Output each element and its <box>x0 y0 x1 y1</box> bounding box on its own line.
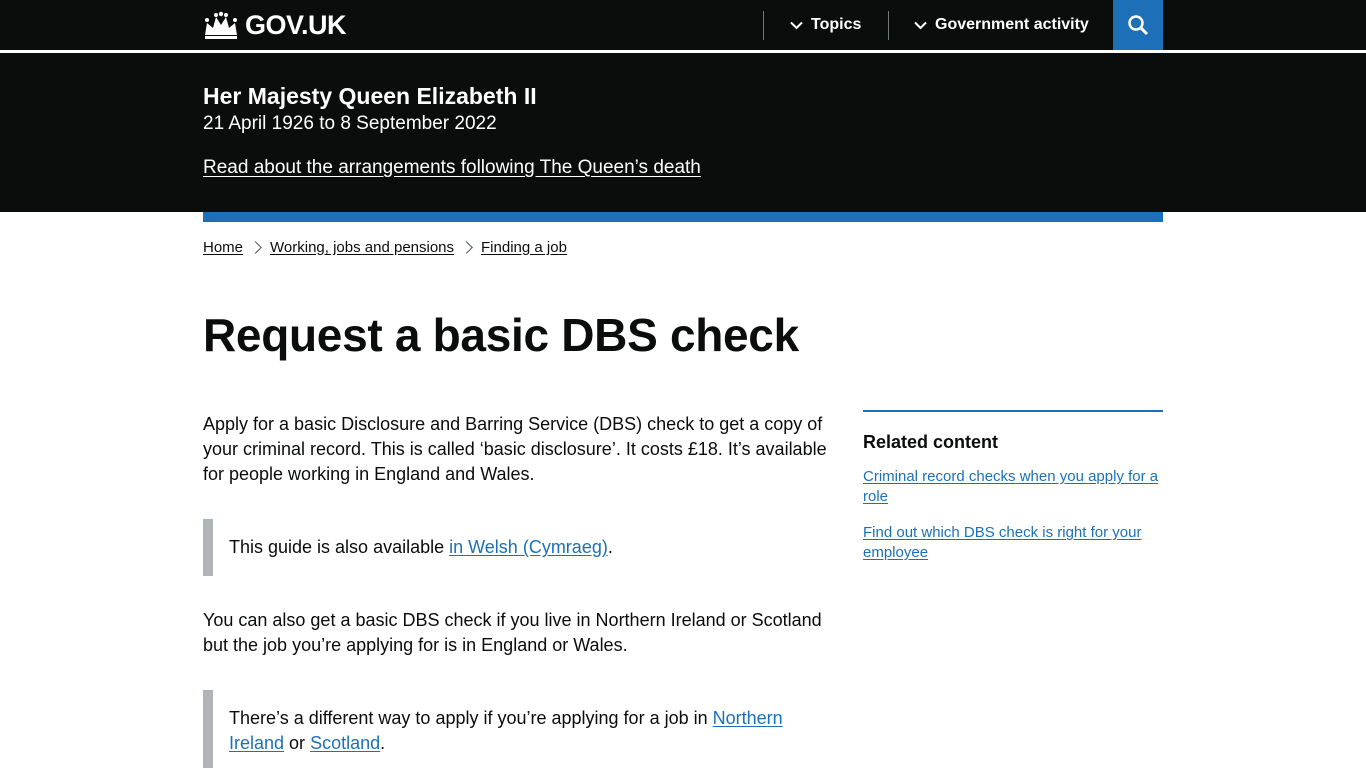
nav-topics[interactable]: Topics <box>789 0 861 50</box>
welsh-inset: This guide is also available in Welsh (C… <box>203 519 833 576</box>
banner-link[interactable]: Read about the arrangements following Th… <box>203 157 701 179</box>
banner-title: Her Majesty Queen Elizabeth II <box>203 83 537 109</box>
breadcrumb-home[interactable]: Home <box>203 239 243 256</box>
related-link-criminal-record-checks[interactable]: Criminal record checks when you apply fo… <box>863 467 1163 507</box>
nav-government-activity[interactable]: Government activity <box>913 0 1089 50</box>
welsh-link[interactable]: in Welsh (Cymraeg) <box>449 537 608 557</box>
inset-text-end: . <box>607 537 613 557</box>
content-top-bar <box>203 212 1163 222</box>
breadcrumb-finding-a-job[interactable]: Finding a job <box>481 239 567 256</box>
inset-text: There’s a different way to apply if you’… <box>229 708 713 728</box>
search-icon <box>1128 15 1149 36</box>
chevron-down-icon <box>790 21 803 29</box>
banner-dates: 21 April 1926 to 8 September 2022 <box>203 113 497 134</box>
logo-text: GOV.UK <box>245 9 347 40</box>
different-way-inset: There’s a different way to apply if you’… <box>203 690 833 768</box>
search-button[interactable] <box>1113 0 1163 50</box>
scotland-link[interactable]: Scotland <box>310 733 380 753</box>
nav-divider <box>763 11 764 40</box>
nav-government-activity-label: Government activity <box>935 16 1089 33</box>
inset-text: This guide is also available <box>229 537 450 557</box>
breadcrumb-working-jobs-pensions[interactable]: Working, jobs and pensions <box>270 239 454 256</box>
emergency-banner: Her Majesty Queen Elizabeth II 21 April … <box>0 53 1366 212</box>
nav-topics-label: Topics <box>811 16 862 33</box>
govuk-logo[interactable]: GOV.UK <box>203 8 347 42</box>
related-link-which-dbs-check[interactable]: Find out which DBS check is right for yo… <box>863 523 1163 563</box>
related-content: Related content Criminal record checks w… <box>863 410 1163 579</box>
inset-text-middle: or <box>284 733 311 753</box>
ni-scotland-paragraph: You can also get a basic DBS check if yo… <box>203 610 822 655</box>
crown-icon <box>205 11 237 39</box>
breadcrumb: Home Working, jobs and pensions Finding … <box>203 237 567 257</box>
page-title: Request a basic DBS check <box>203 309 799 361</box>
chevron-down-icon <box>914 21 927 29</box>
intro-paragraph: Apply for a basic Disclosure and Barring… <box>203 414 827 484</box>
related-heading: Related content <box>863 432 999 452</box>
chevron-right-icon <box>460 240 473 254</box>
site-header: GOV.UK Topics Government activity <box>0 0 1366 50</box>
nav-divider <box>888 11 889 40</box>
chevron-right-icon <box>249 240 262 254</box>
inset-text-end: . <box>380 733 386 753</box>
